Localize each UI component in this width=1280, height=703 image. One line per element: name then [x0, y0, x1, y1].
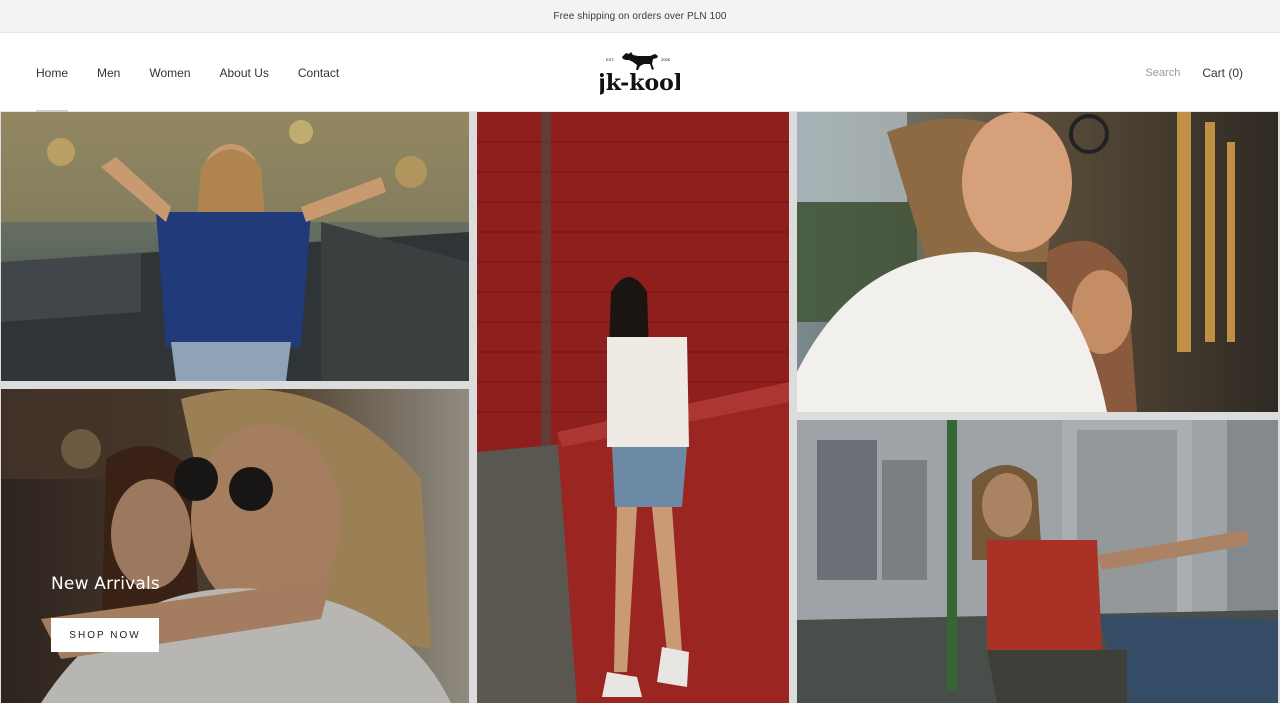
hero-image-brick-wall[interactable]: [477, 112, 789, 703]
photo-carnival: [1, 112, 469, 381]
photo-carnival-ride: [797, 420, 1278, 703]
cart-link[interactable]: Cart (0): [1202, 66, 1243, 80]
logo-est: EST.: [606, 57, 614, 62]
hero-image-carnival-ride[interactable]: [797, 420, 1278, 703]
nav-item-home[interactable]: Home: [36, 33, 69, 112]
site-logo[interactable]: EST. 2008 jk-kool: [600, 44, 680, 100]
photo-couple-sunset: [797, 112, 1278, 412]
dog-icon: EST. 2008 jk-kool: [600, 52, 680, 96]
nav-item-contact[interactable]: Contact: [298, 33, 339, 112]
shop-now-button[interactable]: SHOP NOW: [51, 618, 159, 652]
header-actions: Search Cart (0): [1145, 33, 1243, 112]
hero-image-couple-sunset[interactable]: [797, 112, 1278, 412]
nav-item-women[interactable]: Women: [149, 33, 190, 112]
nav-item-men[interactable]: Men: [97, 33, 120, 112]
photo-brick-wall: [477, 112, 789, 703]
hero-image-carnival[interactable]: [1, 112, 469, 381]
announcement-text: Free shipping on orders over PLN 100: [553, 10, 727, 22]
hero-title: New Arrivals: [51, 574, 160, 594]
photo-couple-sunglasses: [1, 389, 469, 703]
hero-grid: New Arrivals SHOP NOW: [0, 112, 1280, 703]
site-header: Home Men Women About Us Contact EST. 200…: [0, 33, 1280, 112]
hero-image-couple-sunglasses[interactable]: New Arrivals SHOP NOW: [1, 389, 469, 703]
logo-wordmark: jk-kool: [600, 70, 680, 96]
logo-year: 2008: [661, 57, 671, 62]
search-link[interactable]: Search: [1145, 67, 1180, 79]
nav-item-about-us[interactable]: About Us: [220, 33, 269, 112]
main-nav: Home Men Women About Us Contact: [36, 33, 368, 112]
announcement-bar: Free shipping on orders over PLN 100: [0, 0, 1280, 33]
